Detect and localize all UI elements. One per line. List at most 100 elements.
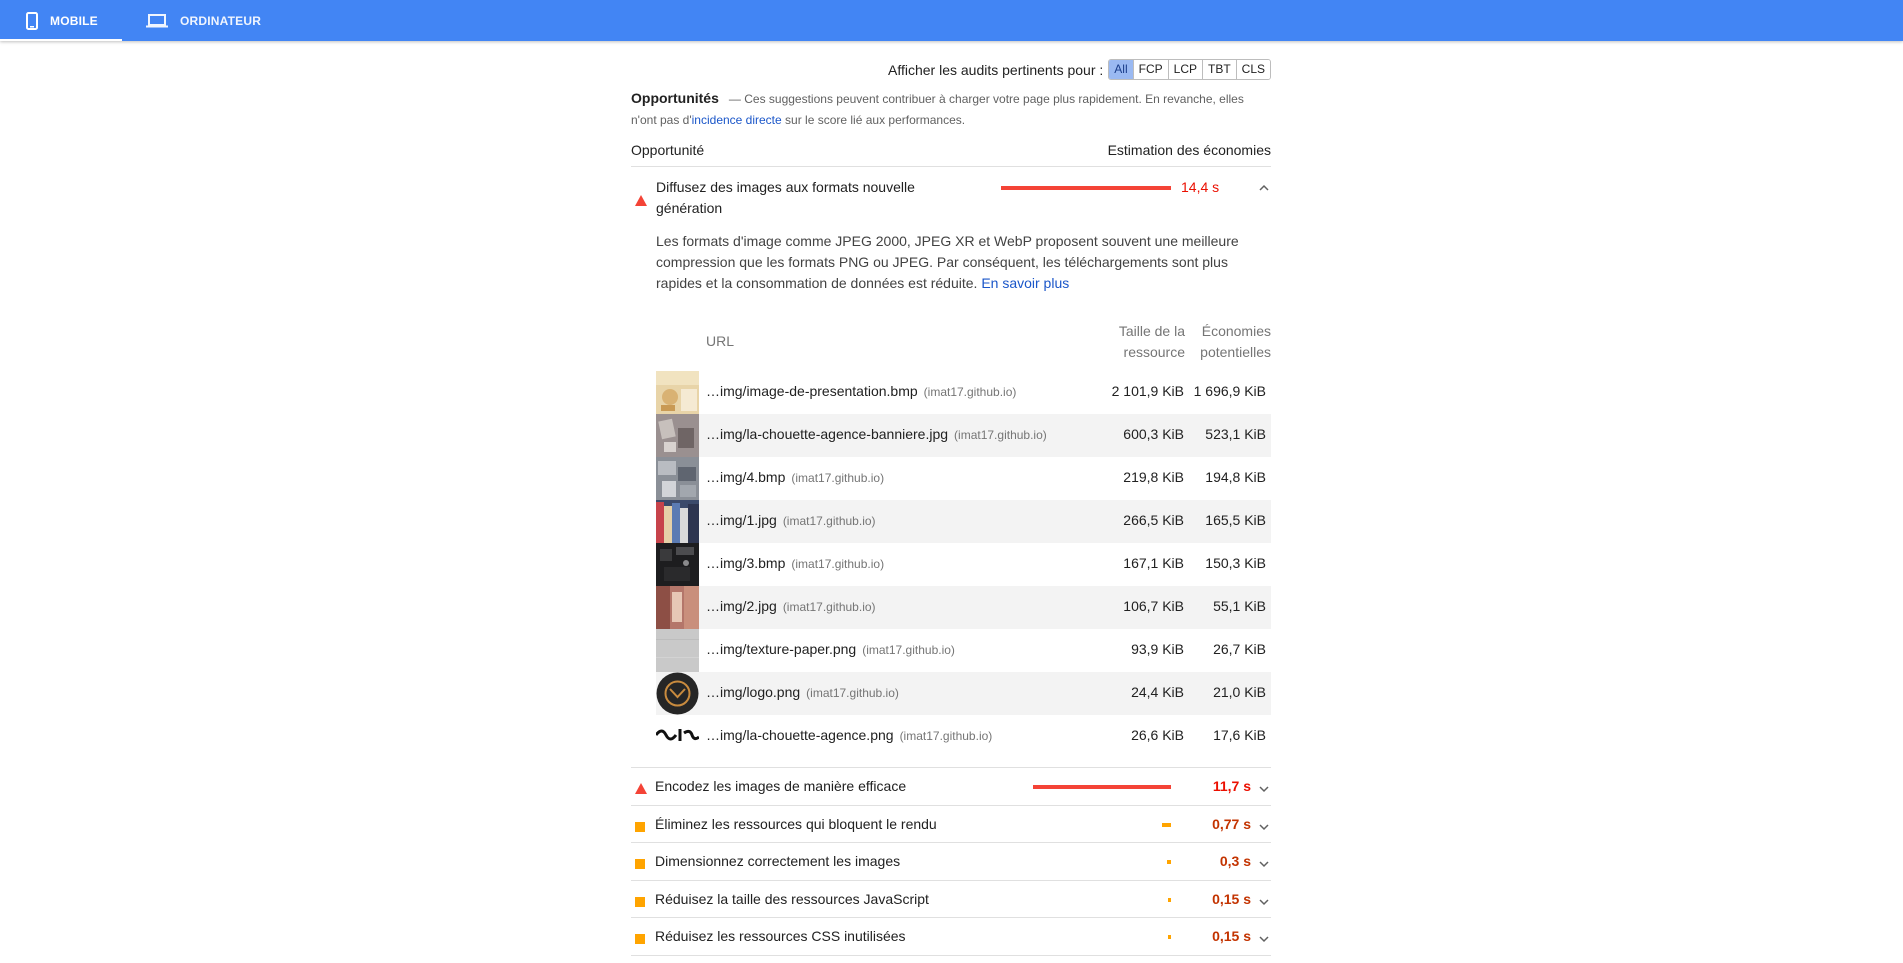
- row-size: 167,1 KiB: [1123, 555, 1184, 571]
- chevron-down-icon[interactable]: [1259, 893, 1269, 909]
- row-savings: 194,8 KiB: [1205, 469, 1266, 485]
- col-resource-size: Taille de la ressource: [1118, 323, 1185, 360]
- tab-desktop[interactable]: ORDINATEUR: [146, 0, 261, 41]
- opportunities-title: Opportunités: [631, 90, 719, 106]
- col-savings: Estimation des économies: [1107, 142, 1271, 158]
- tab-mobile[interactable]: MOBILE: [0, 0, 122, 41]
- filter-chip-tbt[interactable]: TBT: [1201, 60, 1236, 79]
- row-size: 26,6 KiB: [1131, 727, 1184, 743]
- image-thumbnail: [656, 629, 699, 672]
- image-thumbnail: [656, 414, 699, 457]
- image-thumbnail: [656, 672, 699, 715]
- fail-triangle-icon: [635, 781, 647, 797]
- row-url[interactable]: …img/logo.png (imat17.github.io): [706, 684, 899, 700]
- audit-minify-javascript[interactable]: Réduisez la taille des ressources JavaSc…: [631, 880, 1271, 918]
- list-bottom-divider: [631, 955, 1271, 956]
- chevron-down-icon[interactable]: [1259, 930, 1269, 946]
- image-thumbnail: [656, 715, 699, 758]
- filter-chips: All FCP LCP TBT CLS: [1108, 59, 1271, 80]
- table-row: …img/3.bmp (imat17.github.io) 167,1 KiB 1…: [656, 543, 1271, 586]
- table-row: …img/1.jpg (imat17.github.io) 266,5 KiB 1…: [656, 500, 1271, 543]
- row-url[interactable]: …img/image-de-presentation.bmp (imat17.gi…: [706, 383, 1016, 399]
- table-row: …img/logo.png (imat17.github.io) 24,4 KiB…: [656, 672, 1271, 715]
- audit-title: Réduisez les ressources CSS inutilisées: [655, 928, 906, 944]
- row-url[interactable]: …img/2.jpg (imat17.github.io): [706, 598, 876, 614]
- average-square-icon: [635, 931, 645, 947]
- row-savings: 21,0 KiB: [1213, 684, 1266, 700]
- audit-value: 0,15 s: [1212, 891, 1251, 907]
- table-row: …img/la-chouette-agence.png (imat17.githu…: [656, 715, 1271, 758]
- savings-bar: [1001, 186, 1171, 190]
- image-thumbnail: [656, 500, 699, 543]
- filter-chip-fcp[interactable]: FCP: [1132, 60, 1168, 79]
- audit-value: 0,3 s: [1219, 853, 1251, 869]
- row-savings: 165,5 KiB: [1205, 512, 1266, 528]
- chevron-down-icon[interactable]: [1259, 818, 1269, 834]
- table-row: …img/la-chouette-agence-banniere.jpg (ima…: [656, 414, 1271, 457]
- filter-chip-lcp[interactable]: LCP: [1167, 60, 1202, 79]
- audit-title: Diffusez des images aux formats nouvelle…: [656, 179, 915, 216]
- incidence-directe-link[interactable]: incidence directe: [692, 113, 782, 127]
- filter-label: Afficher les audits pertinents pour :: [887, 61, 1104, 78]
- tab-mobile-label: MOBILE: [50, 13, 98, 28]
- laptop-icon: [146, 13, 168, 28]
- audit-value: 14,4 s: [1181, 179, 1220, 195]
- image-thumbnail: [656, 586, 699, 629]
- audit-optimize-images[interactable]: Encodez les images de manière efficace 1…: [631, 767, 1271, 805]
- audit-value: 0,15 s: [1212, 928, 1251, 944]
- savings-bar: [1162, 823, 1171, 827]
- row-size: 600,3 KiB: [1123, 426, 1184, 442]
- image-thumbnail: [656, 457, 699, 500]
- row-size: 93,9 KiB: [1131, 641, 1184, 657]
- audit-properly-size-images[interactable]: Dimensionnez correctement les images 0,3…: [631, 842, 1271, 880]
- col-opportunity: Opportunité: [631, 142, 705, 158]
- row-size: 2 101,9 KiB: [1111, 383, 1184, 399]
- col-url: URL: [706, 333, 735, 349]
- table-row: …img/2.jpg (imat17.github.io) 106,7 KiB 5…: [656, 586, 1271, 629]
- row-size: 106,7 KiB: [1123, 598, 1184, 614]
- tab-desktop-label: ORDINATEUR: [180, 13, 262, 28]
- audit-filter: Afficher les audits pertinents pour : Al…: [888, 59, 1271, 80]
- row-url[interactable]: …img/4.bmp (imat17.github.io): [706, 469, 884, 485]
- row-size: 24,4 KiB: [1131, 684, 1184, 700]
- learn-more-link[interactable]: En savoir plus: [981, 275, 1069, 291]
- savings-bar: [1033, 785, 1171, 789]
- audit-title: Encodez les images de manière efficace: [655, 778, 907, 794]
- row-url[interactable]: …img/texture-paper.png (imat17.github.io): [706, 641, 955, 657]
- row-savings: 17,6 KiB: [1213, 727, 1266, 743]
- savings-bar: [1167, 860, 1171, 864]
- audit-modern-image-formats[interactable]: Diffusez des images aux formats nouvelle…: [631, 176, 1271, 218]
- row-savings: 26,7 KiB: [1213, 641, 1266, 657]
- chevron-down-icon[interactable]: [1259, 780, 1269, 796]
- audit-description: Les formats d'image comme JPEG 2000, JPE…: [656, 231, 1256, 294]
- chevron-down-icon[interactable]: [1259, 855, 1269, 871]
- row-savings: 523,1 KiB: [1205, 426, 1266, 442]
- filter-chip-all[interactable]: All: [1109, 60, 1133, 79]
- audit-title: Dimensionnez correctement les images: [655, 853, 901, 869]
- table-row: …img/4.bmp (imat17.github.io) 219,8 KiB 1…: [656, 457, 1271, 500]
- row-size: 219,8 KiB: [1123, 469, 1184, 485]
- average-square-icon: [635, 894, 645, 910]
- audit-unused-css[interactable]: Réduisez les ressources CSS inutilisées …: [631, 917, 1271, 955]
- row-url[interactable]: …img/la-chouette-agence.png (imat17.githu…: [706, 727, 992, 743]
- filter-chip-cls[interactable]: CLS: [1235, 60, 1270, 79]
- row-url[interactable]: …img/1.jpg (imat17.github.io): [706, 512, 876, 528]
- audit-render-blocking[interactable]: Éliminez les ressources qui bloquent le …: [631, 805, 1271, 843]
- col-potential-savings: Économies potentielles: [1200, 323, 1271, 360]
- row-savings: 55,1 KiB: [1213, 598, 1266, 614]
- opportunities-desc-after: sur le score lié aux performances.: [781, 113, 966, 127]
- phone-icon: [26, 11, 38, 30]
- opportunities-column-header: Opportunité Estimation des économies: [631, 142, 1271, 167]
- chevron-up-icon[interactable]: [1259, 179, 1269, 197]
- table-row: …img/image-de-presentation.bmp (imat17.gi…: [656, 371, 1271, 414]
- savings-bar: [1168, 935, 1171, 939]
- row-url[interactable]: …img/3.bmp (imat17.github.io): [706, 555, 884, 571]
- details-table-header: URL Taille de la ressource Économies poten…: [656, 321, 1271, 365]
- row-url[interactable]: …img/la-chouette-agence-banniere.jpg (ima…: [706, 426, 1047, 442]
- average-square-icon: [635, 856, 645, 872]
- audit-description-text: Les formats d'image comme JPEG 2000, JPE…: [656, 233, 1239, 291]
- row-size: 266,5 KiB: [1123, 512, 1184, 528]
- row-savings: 1 696,9 KiB: [1193, 383, 1266, 399]
- audit-title: Éliminez les ressources qui bloquent le …: [655, 816, 937, 832]
- average-square-icon: [635, 819, 645, 835]
